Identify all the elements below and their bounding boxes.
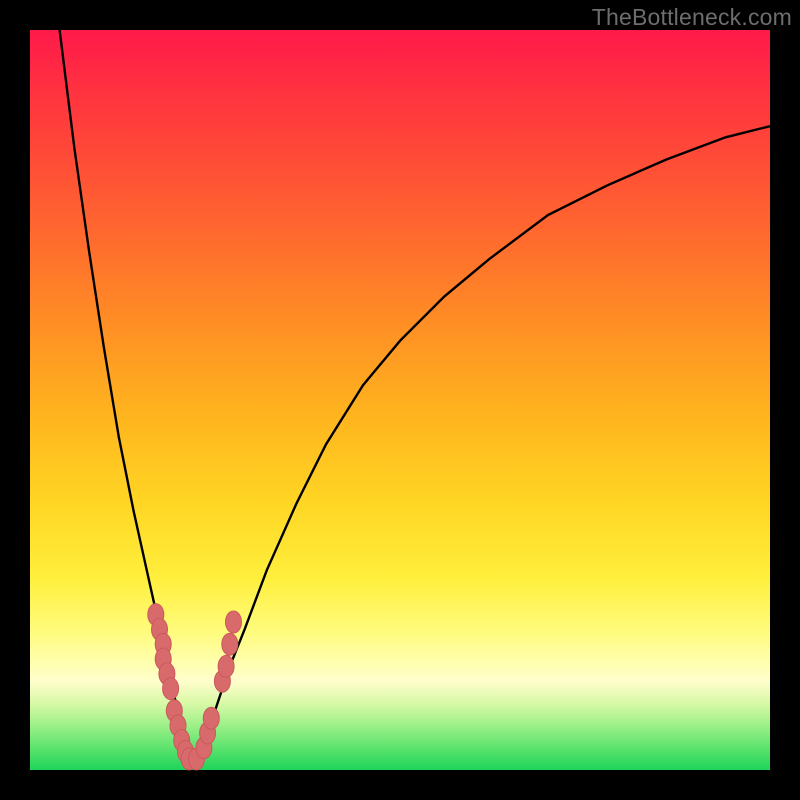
marker-point [163,678,179,700]
marker-group [148,604,242,770]
chart-frame: TheBottleneck.com [0,0,800,800]
curve-right-branch [197,126,771,766]
marker-point [226,611,242,633]
plot-area [30,30,770,770]
marker-point [222,633,238,655]
curve-left-branch [60,30,197,766]
marker-point [218,655,234,677]
watermark-text: TheBottleneck.com [592,4,792,31]
chart-svg [30,30,770,770]
marker-point [203,707,219,729]
